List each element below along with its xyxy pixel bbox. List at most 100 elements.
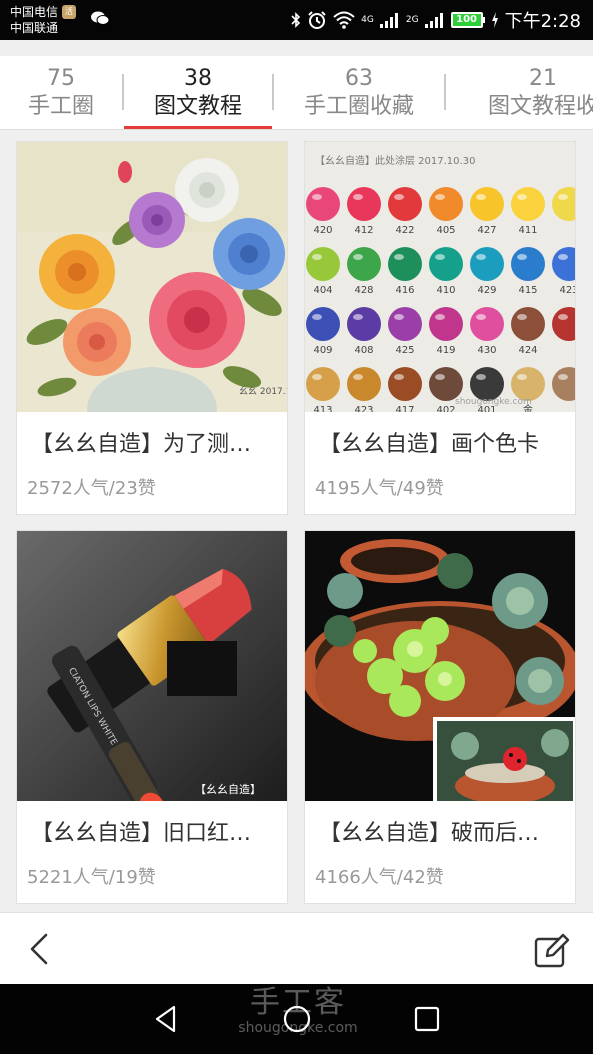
swatch-highlight [312,254,322,260]
tab-tutorials[interactable]: 38 图文教程 [124,56,272,129]
bottom-toolbar [0,912,593,984]
swatch-highlight [476,314,486,320]
swatch-label: 417 [395,405,414,412]
tab-count: 38 [184,66,212,91]
status-icons: 4G 2G 100 下午2:28 [291,8,581,32]
swatch-highlight [517,194,527,200]
card-title: 【幺幺自造】画个色卡 [319,432,540,457]
painting-signature: 幺幺 2017.11.4 [239,385,287,397]
card-title: 【幺幺自造】为了测… [31,432,252,457]
color-swatch [388,307,422,341]
swatch-highlight [517,374,527,380]
swatch-highlight [353,374,363,380]
tab-tutorial-favorites[interactable]: 21 图文教程收 [446,56,593,129]
swatch-label: 428 [354,285,373,296]
network-type-1: 4G [361,14,374,25]
bluetooth-icon [291,12,301,28]
color-swatch [306,187,340,221]
edit-square-icon [534,933,570,968]
card-stats: 2572人气/23赞 [27,478,156,499]
tab-label: 手工圈 [27,94,94,119]
swatch-highlight [435,374,445,380]
swatch-highlight [435,254,445,260]
back-button[interactable] [24,931,60,967]
swatch-highlight [394,374,404,380]
swatch-label: 411 [518,225,537,236]
swatch-highlight [558,194,568,200]
tab-count: 21 [529,66,557,91]
system-navigation-bar: 手工客 shougongke.com [0,984,593,1054]
card-title: 【幺幺自造】破而后… [319,821,540,846]
card-stats: 4166人气/42赞 [315,867,444,888]
tab-handcraft-favorites[interactable]: 63 手工圈收藏 [274,56,444,129]
color-swatch [347,187,381,221]
carrier-info: 中国电信 活 中国联通 [10,4,77,36]
tab-label: 图文教程收 [487,94,593,119]
color-swatch [429,247,463,281]
swatch-highlight [476,374,486,380]
swatch-highlight [517,314,527,320]
color-swatch [470,367,504,401]
color-swatch [470,247,504,281]
nav-recents-button[interactable] [410,1002,444,1036]
swatch-label: 402 [436,405,455,412]
tab-count: 63 [345,66,373,91]
swatch-label: 423 [559,285,575,296]
swatch-highlight [394,194,404,200]
color-swatch [429,187,463,221]
swatch-highlight [353,254,363,260]
alarm-icon [308,11,326,29]
swatch-label: 416 [395,285,414,296]
swatch-label: 408 [354,345,373,356]
swatch-highlight [435,314,445,320]
swatch-label: 415 [518,285,537,296]
notification-badge-icon: 活 [62,5,77,19]
swatch-label: 424 [518,345,537,356]
swatch-highlight [312,314,322,320]
chart-caption: 【幺幺自造】此处涂层 2017.10.30 [315,154,475,167]
swatch-highlight [394,254,404,260]
swatch-highlight [476,254,486,260]
card-title: 【幺幺自造】旧口红… [31,821,252,846]
swatch-label: 410 [436,285,455,296]
signal-icon-1 [379,13,398,28]
color-swatch [470,187,504,221]
swatch-label: 409 [313,345,332,356]
active-tab-indicator [124,126,272,129]
swatch-highlight [476,194,486,200]
signal-icon-2 [424,13,443,28]
color-swatch [306,367,340,401]
tutorial-card[interactable]: 幺幺 2017.11.4 【幺幺自造】为了测… 2572人气/23赞 [16,141,288,515]
chevron-left-icon [30,933,48,965]
tutorial-card[interactable]: 【幺幺自造】破而后… 4166人气/42赞 [304,530,576,904]
swatch-label: 422 [395,225,414,236]
nav-home-button[interactable] [280,1002,314,1036]
card-stats: 5221人气/19赞 [27,867,156,888]
swatch-highlight [558,254,568,260]
status-bar: 中国电信 活 中国联通 4G 2G 100 下午2:28 [0,0,593,40]
swatch-label: 430 [477,345,496,356]
wifi-icon [333,11,355,29]
color-swatch [388,187,422,221]
swatch-label: 405 [436,225,455,236]
color-swatch [388,367,422,401]
color-swatch [470,307,504,341]
card-image-color-chart: 【幺幺自造】此处涂层 2017.10.30 420 412 422 405 427 411… [305,142,575,412]
tutorial-card[interactable]: 【幺幺自造】此处涂层 2017.10.30 420 412 422 405 427 411… [304,141,576,515]
wechat-icon [91,11,110,25]
tutorial-card[interactable]: CIATON LIPS WHITE 【幺幺自造】 【幺幺自造】旧口红… 5221… [16,530,288,904]
battery-icon: 100 [450,12,485,28]
swatch-highlight [353,314,363,320]
color-swatch [429,307,463,341]
edit-button[interactable] [533,931,571,969]
swatch-label: 412 [354,225,373,236]
square-recents-icon [414,1006,440,1032]
swatch-highlight [394,314,404,320]
image-caption: 【幺幺自造】 [195,782,261,796]
carrier-2: 中国联通 [10,21,59,35]
nav-back-button[interactable] [150,1002,184,1036]
color-swatch [429,367,463,401]
tab-handcraft-circle[interactable]: 75 手工圈 [0,56,122,129]
swatch-highlight [312,194,322,200]
color-swatch [511,247,545,281]
